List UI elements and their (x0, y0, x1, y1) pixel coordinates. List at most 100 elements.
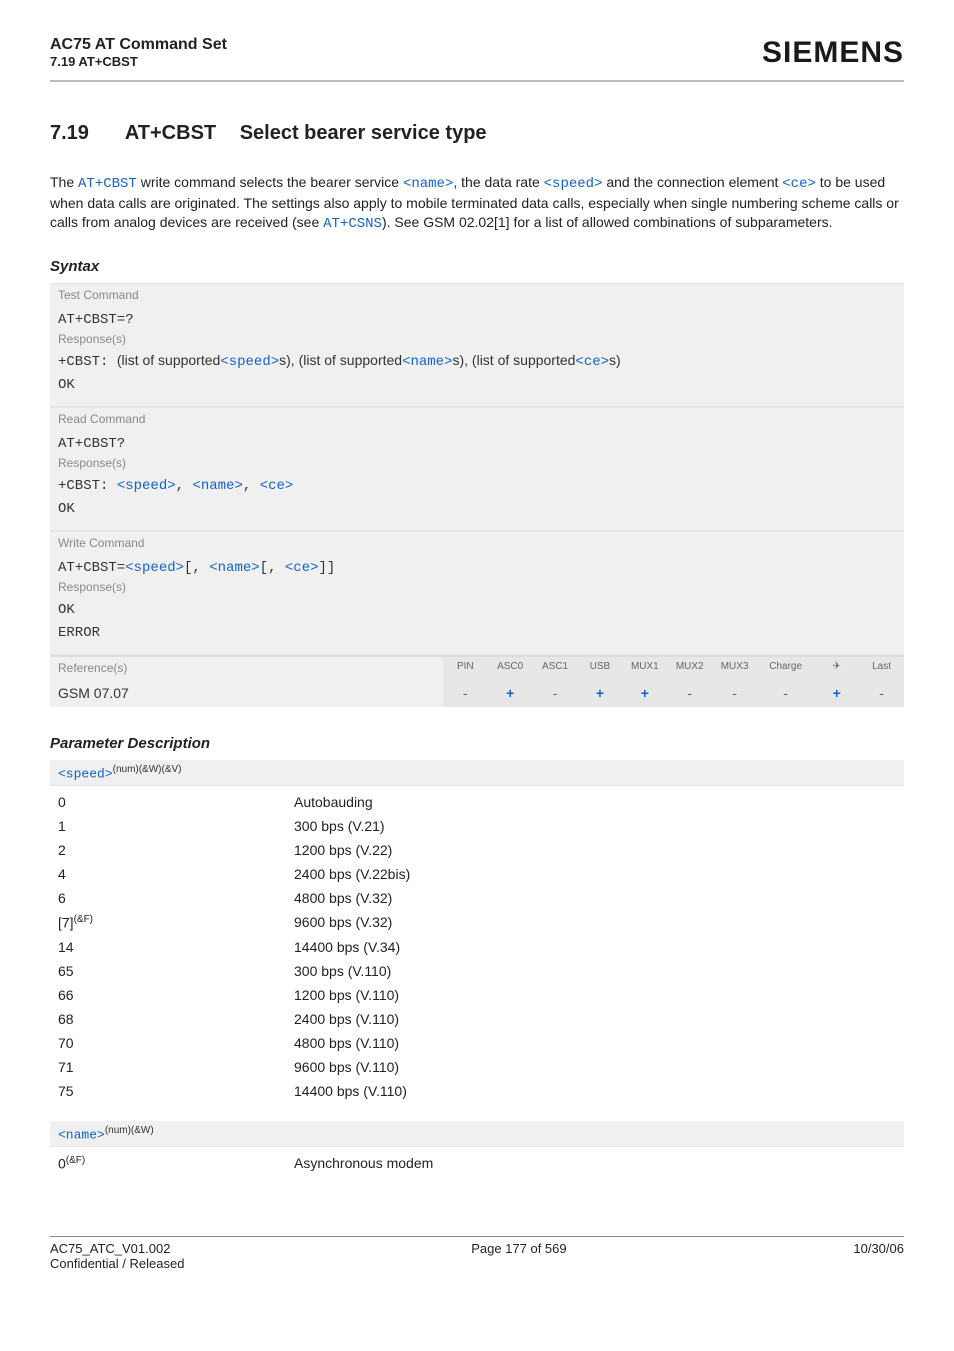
link-speed[interactable]: <speed> (544, 176, 603, 192)
link-ce[interactable]: <ce> (782, 176, 816, 192)
text: , the data rate (453, 174, 543, 190)
param-description: 4800 bps (V.32) (286, 886, 904, 910)
param-value: 14 (50, 935, 286, 959)
table-row: 661200 bps (V.110) (50, 983, 904, 1007)
col-asc1: ASC1 (533, 657, 578, 679)
text: ). See GSM 02.02[1] for a list of allowe… (382, 214, 833, 230)
param-value: 2 (50, 838, 286, 862)
text: s), (list of supported (279, 352, 402, 368)
param-value: 1 (50, 814, 286, 838)
val-asc0: + (488, 679, 533, 707)
text: +CBST: (58, 354, 117, 370)
val-last: - (859, 679, 904, 707)
col-usb: USB (578, 657, 623, 679)
section-code: AT+CBST (125, 122, 216, 144)
text: [, (184, 560, 209, 576)
param-name-header: <name>(num)(&W) (50, 1121, 904, 1147)
param-description: Asynchronous modem (286, 1151, 904, 1176)
table-row: 682400 bps (V.110) (50, 1007, 904, 1031)
param-value: 6 (50, 886, 286, 910)
error-text: ERROR (58, 625, 100, 641)
ok-text: OK (58, 501, 75, 517)
val-asc1: - (533, 679, 578, 707)
brand-logo: SIEMENS (762, 36, 904, 70)
col-charge: Charge (757, 657, 814, 679)
param-description: 300 bps (V.110) (286, 959, 904, 983)
text: ]] (319, 560, 336, 576)
param-value: 4 (50, 862, 286, 886)
val-mux3: - (712, 679, 757, 707)
page-footer: AC75_ATC_V01.002 Confidential / Released… (50, 1241, 904, 1271)
table-row: 719600 bps (V.110) (50, 1055, 904, 1079)
col-mux2: MUX2 (667, 657, 712, 679)
param-value: 0(&F) (50, 1151, 286, 1176)
table-row: 704800 bps (V.110) (50, 1031, 904, 1055)
param-name[interactable]: <name> (192, 478, 242, 494)
param-value: 0 (50, 790, 286, 814)
text: [, (260, 560, 285, 576)
param-ce[interactable]: <ce> (575, 354, 609, 370)
col-airplane: ✈ (814, 657, 859, 679)
footer-classification: Confidential / Released (50, 1256, 184, 1271)
param-ce[interactable]: <ce> (260, 478, 294, 494)
doc-subtitle: 7.19 AT+CBST (50, 54, 227, 69)
val-usb: + (578, 679, 623, 707)
param-description: 2400 bps (V.22bis) (286, 862, 904, 886)
link-atcsns[interactable]: AT+CSNS (323, 216, 382, 232)
footer-doc-version: AC75_ATC_V01.002 (50, 1241, 184, 1256)
val-airplane: + (814, 679, 859, 707)
param-speed[interactable]: <speed> (125, 560, 184, 576)
table-row: 21200 bps (V.22) (50, 838, 904, 862)
table-row: 65300 bps (V.110) (50, 959, 904, 983)
param-value: 75 (50, 1079, 286, 1103)
reference-value: GSM 07.07 (50, 679, 443, 707)
param-speed[interactable]: <speed> (117, 478, 176, 494)
read-response: +CBST: <speed>, <name>, <ce> OK (58, 472, 896, 526)
param-description: 14400 bps (V.110) (286, 1079, 904, 1103)
param-description: 9600 bps (V.110) (286, 1055, 904, 1079)
text: s), (list of supported (452, 352, 575, 368)
reference-label: Reference(s) (50, 657, 443, 679)
table-row: 64800 bps (V.32) (50, 886, 904, 910)
text: write command selects the bearer service (137, 174, 403, 190)
param-name-sup: (num)(&W) (105, 1125, 154, 1136)
text: and the connection element (602, 174, 782, 190)
section-name: Select bearer service type (240, 122, 487, 144)
param-value: 68 (50, 1007, 286, 1031)
param-description: 14400 bps (V.34) (286, 935, 904, 959)
ok-text: OK (58, 377, 75, 393)
param-ce[interactable]: <ce> (285, 560, 319, 576)
link-atcbst[interactable]: AT+CBST (78, 176, 137, 192)
param-value: 70 (50, 1031, 286, 1055)
table-row: [7](&F)9600 bps (V.32) (50, 910, 904, 935)
table-row: 1414400 bps (V.34) (50, 935, 904, 959)
divider (50, 80, 904, 82)
param-speed[interactable]: <speed> (220, 354, 279, 370)
param-description: 4800 bps (V.110) (286, 1031, 904, 1055)
doc-title: AC75 AT Command Set (50, 36, 227, 54)
param-name[interactable]: <name> (209, 560, 259, 576)
table-row: 7514400 bps (V.110) (50, 1079, 904, 1103)
write-command-label: Write Command (50, 531, 904, 554)
param-value: 65 (50, 959, 286, 983)
link-name[interactable]: <name> (403, 176, 453, 192)
val-mux1: + (622, 679, 667, 707)
text: The (50, 174, 78, 190)
param-value: [7](&F) (50, 910, 286, 935)
param-description: 1200 bps (V.22) (286, 838, 904, 862)
test-command-label: Test Command (50, 283, 904, 306)
col-asc0: ASC0 (488, 657, 533, 679)
table-row: 42400 bps (V.22bis) (50, 862, 904, 886)
param-speed-header: <speed>(num)(&W)(&V) (50, 760, 904, 786)
text: AT+CBST= (58, 560, 125, 576)
write-command: AT+CBST=<speed>[, <name>[, <ce>]] (58, 558, 896, 578)
param-desc-heading: Parameter Description (50, 735, 904, 752)
param-name[interactable]: <name> (58, 1127, 105, 1142)
intro-paragraph: The AT+CBST write command selects the be… (50, 173, 904, 234)
param-name[interactable]: <name> (402, 354, 452, 370)
param-speed[interactable]: <speed> (58, 766, 113, 781)
read-command-label: Read Command (50, 407, 904, 430)
response-label: Response(s) (58, 330, 896, 348)
val-mux2: - (667, 679, 712, 707)
ok-text: OK (58, 602, 75, 618)
